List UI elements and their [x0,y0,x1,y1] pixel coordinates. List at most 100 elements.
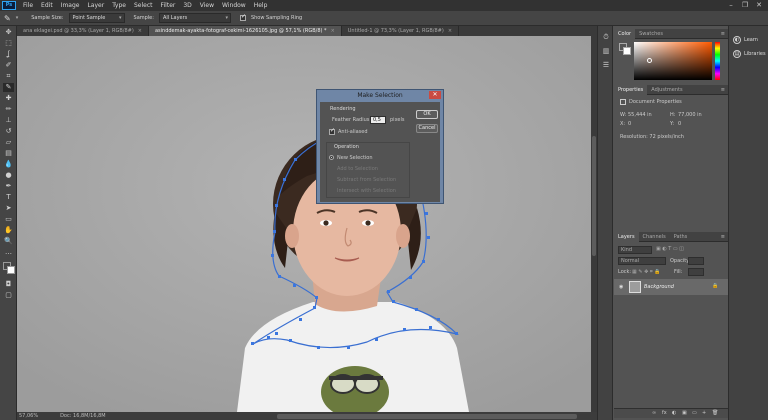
menu-select[interactable]: Select [130,2,157,9]
brush-tool-icon[interactable]: ✏ [3,105,14,114]
move-tool-icon[interactable]: ✥ [3,28,14,37]
menu-file[interactable]: File [19,2,37,9]
feather-radius-input[interactable]: 0,5 [370,116,386,124]
history-brush-tool-icon[interactable]: ↺ [3,127,14,136]
sample-size-select[interactable]: Point Sample [68,13,125,23]
show-sampling-ring-checkbox[interactable] [239,13,246,21]
height-value[interactable]: 77,000 in [678,112,702,118]
lasso-tool-icon[interactable]: ʆ [3,50,14,59]
menu-filter[interactable]: Filter [157,2,180,9]
new-layer-icon[interactable]: + [702,410,706,416]
opacity-input[interactable] [688,257,704,265]
menu-help[interactable]: Help [250,2,272,9]
type-tool-icon[interactable]: T [3,193,14,202]
screen-mode-icon[interactable]: ▢ [3,291,14,300]
blend-mode-select[interactable]: Normal [618,257,666,265]
learn-icon: ◐ [733,36,741,44]
hue-slider[interactable] [715,42,720,80]
menu-3d[interactable]: 3D [179,2,195,9]
learn-button[interactable]: ◐ Learn [733,36,758,44]
zoom-tool-icon[interactable]: 🔍 [3,237,14,246]
menu-view[interactable]: View [196,2,218,9]
shape-tool-icon[interactable]: ▭ [3,215,14,224]
layer-filter-icons[interactable]: ▣ ◐ T ▭ ◫ [656,246,684,252]
layer-visibility-eye-icon[interactable]: ◉ [619,284,623,290]
group-layers-icon[interactable]: ▭ [692,410,697,416]
y-value[interactable]: 0 [678,121,681,127]
panel-menu-icon[interactable]: ≡ [721,29,725,39]
horizontal-scrollbar[interactable] [277,414,577,419]
width-value[interactable]: 55,444 in [628,112,652,118]
layer-mask-icon[interactable]: ▣ [682,410,687,416]
lock-icons[interactable]: ▦ ✎ ✥ ⌗ 🔒 [632,269,661,275]
link-layers-icon[interactable]: ∞ [652,410,656,416]
close-tab-icon[interactable]: × [331,28,335,34]
gradient-tool-icon[interactable]: ▤ [3,149,14,158]
menu-window[interactable]: Window [218,2,250,9]
menu-image[interactable]: Image [57,2,84,9]
properties-panel-icon[interactable]: ☰ [601,60,611,70]
tool-preset-dropdown[interactable]: ▾ [16,15,19,21]
document-canvas[interactable] [17,36,591,412]
blur-tool-icon[interactable]: 💧 [3,160,14,169]
libraries-button[interactable]: ▤ Libraries [733,50,766,58]
ok-button[interactable]: OK [416,110,438,119]
layer-name[interactable]: Background [644,284,674,290]
crop-tool-icon[interactable]: ⌗ [3,72,14,81]
marquee-tool-icon[interactable]: ⬚ [3,39,14,48]
brush-settings-icon[interactable]: ▥ [601,46,611,56]
tab-properties[interactable]: Properties [614,85,648,95]
properties-panel-header: Properties Adjustments ≡ [614,85,728,95]
layer-style-icon[interactable]: fx [662,410,667,416]
layers-panel-header: Layers Channels Paths ≡ [614,232,728,242]
tab-adjustments[interactable]: Adjustments [647,85,686,95]
tab-swatches[interactable]: Swatches [635,29,667,39]
hand-tool-icon[interactable]: ✋ [3,226,14,235]
menu-type[interactable]: Type [108,2,130,9]
panel-menu-icon[interactable]: ≡ [721,232,725,242]
tab-channels[interactable]: Channels [639,232,670,242]
dialog-close-button[interactable]: ✕ [429,91,441,99]
more-tools-icon[interactable]: … [3,248,14,257]
path-selection-tool-icon[interactable]: ➤ [3,204,14,213]
x-value[interactable]: 0 [628,121,631,127]
fill-input[interactable] [688,268,704,276]
background-color-swatch[interactable] [7,266,15,274]
clone-stamp-tool-icon[interactable]: ⊥ [3,116,14,125]
menu-edit[interactable]: Edit [37,2,57,9]
tab-paths[interactable]: Paths [670,232,692,242]
pen-tool-icon[interactable]: ✒ [3,182,14,191]
eyedropper-tool-icon[interactable]: ✎ [3,83,14,92]
doc-tab-active[interactable]: asinddemak-ayakta-fotograf-cekimi-162610… [148,26,342,36]
close-window-button[interactable]: ✕ [752,0,766,11]
close-tab-icon[interactable]: × [448,28,452,34]
minimize-button[interactable]: – [724,0,738,11]
color-bg-swatch[interactable] [623,47,631,55]
color-picker-cursor[interactable] [647,58,652,63]
panel-menu-icon[interactable]: ≡ [721,85,725,95]
quick-select-tool-icon[interactable]: ✐ [3,61,14,70]
doc-tab[interactable]: Untitled-1 @ 73,3% (Layer 1, RGB/8#) × [341,26,460,36]
quick-mask-icon[interactable]: ◘ [3,280,14,289]
menu-layer[interactable]: Layer [83,2,108,9]
zoom-level[interactable]: 57,06% [19,412,38,420]
dodge-tool-icon[interactable]: ● [3,171,14,180]
layer-filter-kind[interactable]: Kind [618,246,652,254]
history-panel-icon[interactable]: ⏱ [601,32,611,42]
healing-brush-tool-icon[interactable]: ✚ [3,94,14,103]
close-tab-icon[interactable]: × [138,28,142,34]
tab-color[interactable]: Color [614,29,636,39]
color-field[interactable] [634,42,712,80]
scroll-thumb[interactable] [592,136,596,256]
tab-layers[interactable]: Layers [614,232,639,242]
new-selection-radio[interactable] [329,155,334,160]
anti-aliased-checkbox[interactable] [329,127,335,135]
adjustment-layer-icon[interactable]: ◐ [672,410,676,416]
cancel-button[interactable]: Cancel [416,124,438,133]
doc-tab[interactable]: ana eklagei.psd @ 33,3% (Layer 1, RGB/8#… [17,26,149,36]
restore-button[interactable]: ❐ [738,0,752,11]
delete-layer-icon[interactable]: 🗑 [712,410,718,416]
eraser-tool-icon[interactable]: ▱ [3,138,14,147]
sample-select[interactable]: All Layers [158,13,231,23]
eyedropper-tool-icon[interactable]: ✎ [4,14,11,23]
